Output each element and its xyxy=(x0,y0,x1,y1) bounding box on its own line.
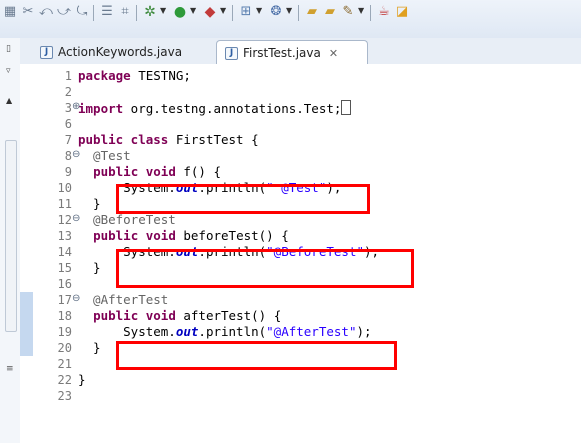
toolbar-overflow-icon[interactable]: ◪ xyxy=(394,4,410,20)
forward-icon[interactable]: ⤻ xyxy=(56,4,72,20)
current-line-marker xyxy=(20,340,33,356)
line-number: 19 xyxy=(57,325,72,339)
scroll-thumb[interactable] xyxy=(5,140,17,332)
code-line[interactable]: 3 ⊕ import org.testng.annotations.Test; xyxy=(20,100,581,116)
line-number: 8 xyxy=(64,149,72,163)
line-number: 21 xyxy=(57,357,72,371)
line-number: 2 xyxy=(64,85,72,99)
toolbar-separator xyxy=(298,5,299,21)
code-text: public void afterTest() { xyxy=(93,308,282,323)
line-number: 18 xyxy=(57,309,72,323)
code-text: @Test xyxy=(78,148,131,163)
editor-tab-bar: J ActionKeywords.java J FirstTest.java ✕ xyxy=(20,38,581,65)
code-text: public class FirstTest { xyxy=(78,132,259,147)
code-text: @BeforeTest xyxy=(78,212,176,227)
line-number: 14 xyxy=(57,245,72,259)
perspective-java-icon[interactable]: ☕ xyxy=(376,4,392,20)
chevron-down-icon[interactable]: ▼ xyxy=(256,6,262,15)
code-text: } xyxy=(78,340,101,355)
code-text: @AfterTest xyxy=(78,292,169,307)
code-line[interactable]: 13 public void beforeTest() { xyxy=(20,228,581,244)
code-line[interactable]: 23 xyxy=(20,388,581,404)
tab-actionkeywords[interactable]: J ActionKeywords.java xyxy=(34,40,210,64)
toolbar-separator xyxy=(136,5,137,21)
line-number: 7 xyxy=(64,133,72,147)
vertical-scrollbar[interactable]: ▲ xyxy=(3,64,17,443)
line-number: 13 xyxy=(57,229,72,243)
code-line[interactable]: 18 public void afterTest() { xyxy=(20,308,581,324)
coverage-icon[interactable]: ✂ xyxy=(20,4,36,20)
highlight-box xyxy=(116,184,370,214)
chevron-down-icon[interactable]: ▼ xyxy=(286,6,292,15)
open-file-icon[interactable]: ▰ xyxy=(322,4,338,20)
line-number: 6 xyxy=(64,117,72,131)
code-text: } xyxy=(78,196,101,211)
java-file-icon: J xyxy=(40,45,53,59)
folded-region-box[interactable] xyxy=(341,100,352,115)
code-text: package TESTNG; xyxy=(78,68,191,83)
current-line-marker xyxy=(20,324,33,340)
line-number: 9 xyxy=(64,165,72,179)
last-edit-icon[interactable]: ⤿ xyxy=(74,4,90,20)
chevron-down-icon[interactable]: ▼ xyxy=(358,6,364,15)
view-marker-icon: ▯ xyxy=(6,44,11,54)
code-text: } xyxy=(78,260,101,275)
java-file-icon: J xyxy=(225,46,238,60)
code-line[interactable]: 9 public void f() { xyxy=(20,164,581,180)
code-line[interactable]: 8 ⊖ @Test xyxy=(20,148,581,164)
tab-firsttest[interactable]: J FirstTest.java ✕ xyxy=(216,40,368,65)
highlight-box xyxy=(116,341,397,370)
tab-label: FirstTest.java xyxy=(243,46,321,60)
toolbar-separator xyxy=(232,5,233,21)
line-number: 16 xyxy=(57,277,72,291)
line-number: 17 xyxy=(57,293,72,307)
tab-label: ActionKeywords.java xyxy=(58,45,183,59)
code-text: } xyxy=(78,372,86,387)
line-number: 23 xyxy=(57,389,72,403)
new-class-icon[interactable]: ⊞ xyxy=(238,4,254,20)
code-line[interactable]: 6 xyxy=(20,116,581,132)
current-line-marker xyxy=(20,292,33,308)
line-number: 15 xyxy=(57,261,72,275)
run-icon[interactable]: ● xyxy=(172,4,188,20)
highlight-box xyxy=(116,249,414,288)
toolbar-separator xyxy=(370,5,371,21)
code-line[interactable]: 22} xyxy=(20,372,581,388)
debug-icon[interactable]: ✲ xyxy=(142,4,158,20)
chevron-down-icon[interactable]: ▼ xyxy=(190,6,196,15)
back-icon[interactable]: ⤺ xyxy=(38,4,54,20)
line-number: 3 xyxy=(64,101,72,115)
line-number: 1 xyxy=(64,69,72,83)
code-text: import org.testng.annotations.Test; xyxy=(78,100,352,117)
line-number: 10 xyxy=(57,181,72,195)
external-tools-icon[interactable]: ◆ xyxy=(202,4,218,20)
line-number: 20 xyxy=(57,341,72,355)
pencil-icon[interactable]: ✎ xyxy=(340,4,356,20)
chevron-down-icon[interactable]: ▼ xyxy=(220,6,226,15)
code-line[interactable]: 19 System.out.println("@AfterTest"); xyxy=(20,324,581,340)
code-line[interactable]: 17 ⊖ @AfterTest xyxy=(20,292,581,308)
outline-icon[interactable]: ☰ xyxy=(99,4,115,20)
new-project-icon[interactable]: ❂ xyxy=(268,4,284,20)
code-line[interactable]: 7 public class FirstTest { xyxy=(20,132,581,148)
code-line[interactable]: 2 xyxy=(20,84,581,100)
close-icon[interactable]: ✕ xyxy=(329,47,338,60)
code-line[interactable]: 1 package TESTNG; xyxy=(20,68,581,84)
perspective-icon[interactable]: ▦ xyxy=(2,4,18,20)
toolbar-separator xyxy=(93,5,94,21)
line-number: 12 xyxy=(57,213,72,227)
open-folder-icon[interactable]: ▰ xyxy=(304,4,320,20)
main-toolbar: ▦ ✂ ⤺ ⤻ ⤿ ☰ ⌗ ✲ ▼ ● ▼ ◆ ▼ ⊞ ▼ ❂ ▼ ▰ ▰ ✎ … xyxy=(0,0,581,39)
current-line-marker xyxy=(20,308,33,324)
line-number: 11 xyxy=(57,197,72,211)
code-text: System.out.println("@AfterTest"); xyxy=(78,324,372,339)
code-text: public void beforeTest() { xyxy=(93,228,289,243)
chevron-down-icon[interactable]: ▼ xyxy=(160,6,166,15)
scroll-up-icon[interactable]: ▲ xyxy=(6,96,12,105)
filter-icon[interactable]: ⌗ xyxy=(117,4,133,20)
code-line[interactable]: 12 ⊖ @BeforeTest xyxy=(20,212,581,228)
line-number: 22 xyxy=(57,373,72,387)
code-text: public void f() { xyxy=(93,164,222,179)
